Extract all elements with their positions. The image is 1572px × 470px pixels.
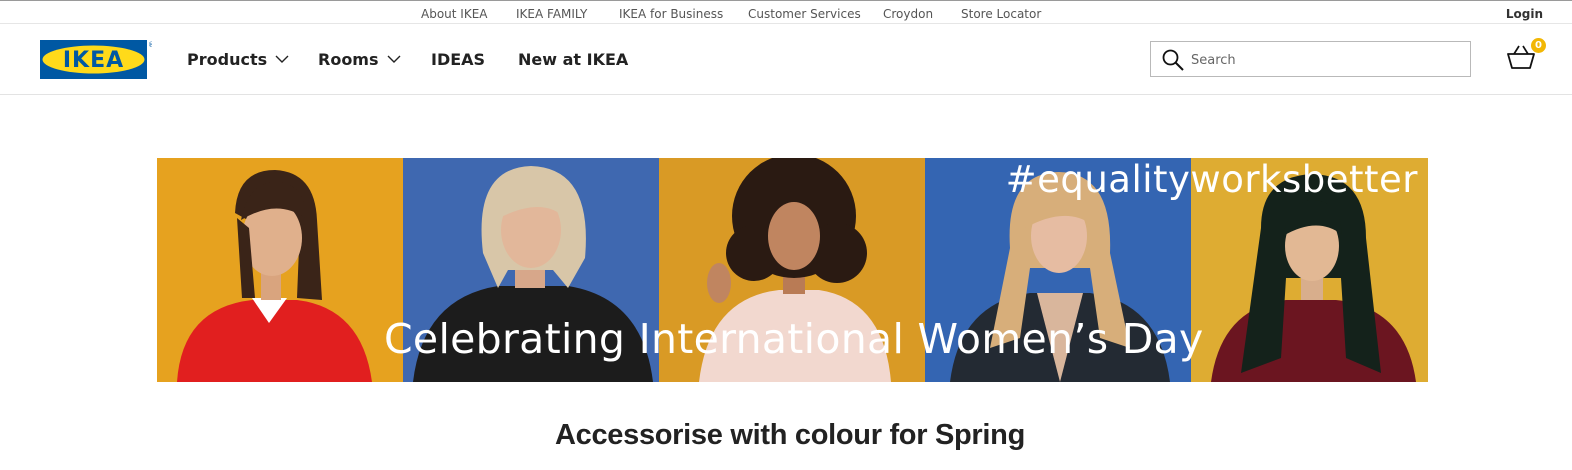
hero-photo-panel-1: [157, 158, 403, 382]
logo-wordmark: IKEA: [63, 48, 124, 73]
nav-products[interactable]: Products: [187, 50, 289, 69]
section-title: Accessorise with colour for Spring: [554, 419, 1025, 451]
search-icon[interactable]: [1161, 48, 1185, 72]
ikea-logo[interactable]: IKEA ®: [40, 40, 155, 79]
chevron-down-icon: [275, 55, 289, 63]
nav-new-at-ikea-label: New at IKEA: [518, 50, 629, 69]
main-header: IKEA ® Products Rooms IDEAS New at IKEA …: [0, 24, 1572, 95]
search-box[interactable]: [1150, 41, 1471, 77]
utility-link-ikea-family[interactable]: IKEA FAMILY: [516, 7, 587, 21]
shopping-cart[interactable]: 0: [1506, 38, 1550, 72]
nav-ideas[interactable]: IDEAS: [431, 50, 485, 69]
cart-count-badge: 0: [1531, 38, 1546, 53]
utility-link-about-ikea[interactable]: About IKEA: [421, 7, 488, 21]
utility-link-ikea-for-business[interactable]: IKEA for Business: [619, 7, 723, 21]
hero-banner[interactable]: #equalityworksbetter Celebrating Interna…: [157, 158, 1428, 382]
svg-text:®: ®: [148, 41, 152, 49]
utility-bar: About IKEA IKEA FAMILY IKEA for Business…: [0, 0, 1572, 24]
nav-products-label: Products: [187, 50, 268, 69]
nav-ideas-label: IDEAS: [431, 50, 486, 69]
nav-new-at-ikea[interactable]: New at IKEA: [518, 50, 628, 69]
chevron-down-icon: [387, 55, 400, 63]
hero-caption: Celebrating International Women’s Day: [384, 315, 1204, 363]
utility-link-store-croydon[interactable]: Croydon: [883, 7, 933, 21]
search-input[interactable]: [1191, 49, 1461, 71]
utility-link-store-locator[interactable]: Store Locator: [961, 7, 1041, 21]
login-link[interactable]: Login: [1506, 7, 1543, 21]
utility-link-customer-services[interactable]: Customer Services: [748, 7, 861, 21]
hero-hashtag: #equalityworksbetter: [1005, 158, 1418, 201]
nav-rooms-label: Rooms: [318, 50, 379, 69]
nav-rooms[interactable]: Rooms: [318, 50, 401, 69]
